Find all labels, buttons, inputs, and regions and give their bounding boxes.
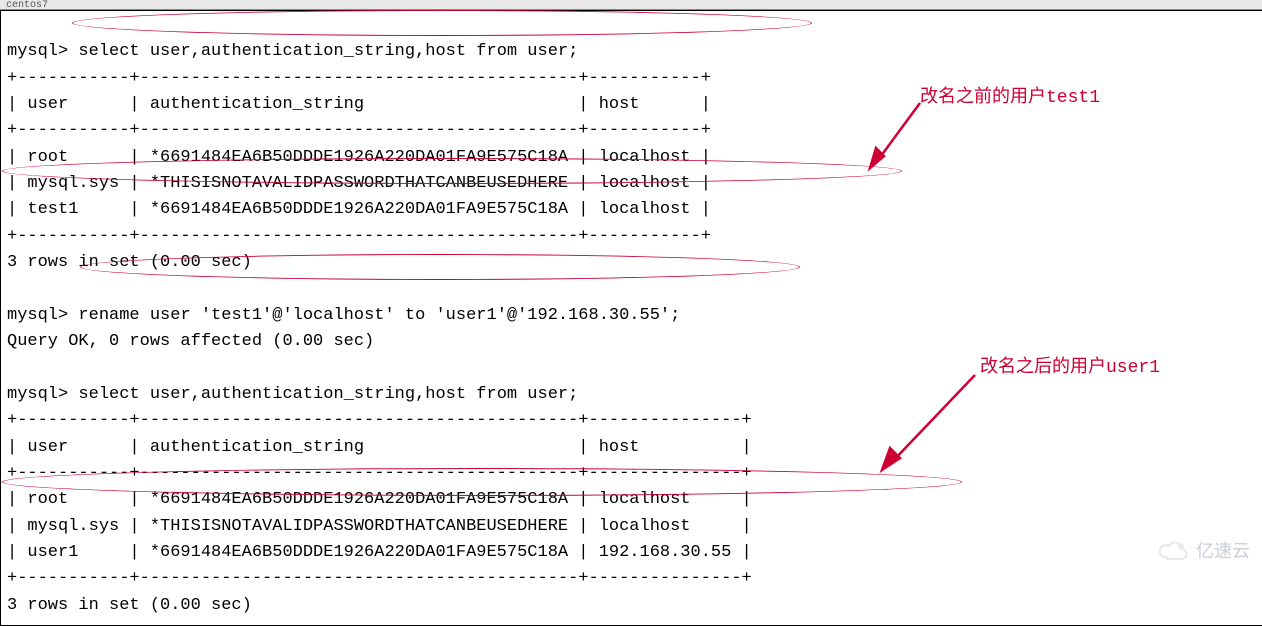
table2-sep-bot: +-----------+---------------------------… <box>7 569 752 588</box>
table1-header: | user | authentication_string | host | <box>7 95 711 114</box>
watermark: 亿速云 <box>1158 537 1250 563</box>
table2-sep-mid: +-----------+---------------------------… <box>7 464 752 483</box>
table2-row-user1: | user1 | *6691484EA6B50DDDE1926A220DA01… <box>7 543 752 562</box>
table1-sep-mid: +-----------+---------------------------… <box>7 121 711 140</box>
result-2: Query OK, 0 rows affected (0.00 sec) <box>7 332 374 351</box>
table1-footer: 3 rows in set (0.00 sec) <box>7 253 252 272</box>
sql-query-1: select user,authentication_string,host f… <box>78 42 578 61</box>
watermark-text: 亿速云 <box>1196 537 1250 563</box>
sql-query-2: rename user 'test1'@'localhost' to 'user… <box>78 306 680 325</box>
table1-row-test1: | test1 | *6691484EA6B50DDDE1926A220DA01… <box>7 200 711 219</box>
prompt: mysql> <box>7 42 68 61</box>
prompt: mysql> <box>7 385 68 404</box>
table2-row-root: | root | *6691484EA6B50DDDE1926A220DA01F… <box>7 490 752 509</box>
table2-footer: 3 rows in set (0.00 sec) <box>7 596 252 615</box>
annotation-after-rename: 改名之后的用户user1 <box>980 352 1160 378</box>
sql-query-3: select user,authentication_string,host f… <box>78 385 578 404</box>
table1-row-mysqlsys: | mysql.sys | *THISISNOTAVALIDPASSWORDTH… <box>7 174 711 193</box>
table1-sep-bot: +-----------+---------------------------… <box>7 227 711 246</box>
cloud-icon <box>1158 539 1192 561</box>
table1-sep-top: +-----------+---------------------------… <box>7 69 711 88</box>
annotation-before-rename: 改名之前的用户test1 <box>920 82 1100 108</box>
table1-row-root: | root | *6691484EA6B50DDDE1926A220DA01F… <box>7 148 711 167</box>
table2-header: | user | authentication_string | host | <box>7 438 752 457</box>
prompt: mysql> <box>7 306 68 325</box>
terminal-tab-bar: centos7 <box>0 0 1262 10</box>
table2-row-mysqlsys: | mysql.sys | *THISISNOTAVALIDPASSWORDTH… <box>7 517 752 536</box>
table2-sep-top: +-----------+---------------------------… <box>7 411 752 430</box>
